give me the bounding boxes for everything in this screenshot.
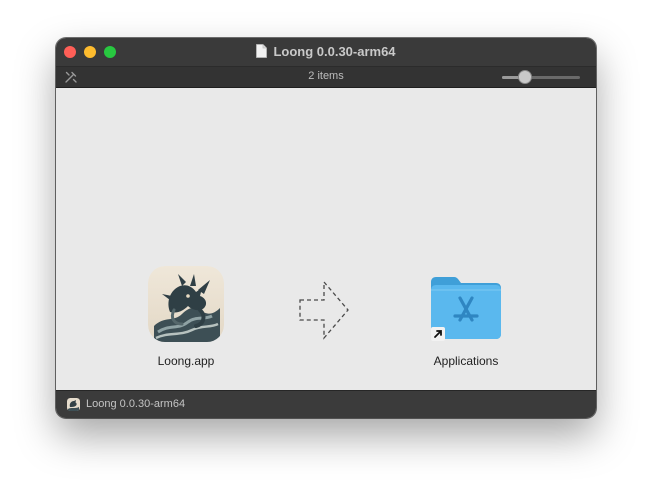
title-bar[interactable]: Loong 0.0.30-arm64 <box>56 38 596 67</box>
finder-window: Loong 0.0.30-arm64 2 items Loong.app App… <box>56 38 596 418</box>
app-label: Loong.app <box>157 354 215 368</box>
window-title-group: Loong 0.0.30-arm64 <box>56 44 596 60</box>
app-item[interactable]: Loong.app <box>130 266 242 368</box>
path-label[interactable]: Loong 0.0.30-arm64 <box>86 398 185 410</box>
icon-size-slider-knob[interactable] <box>518 70 532 84</box>
path-bar: Loong 0.0.30-arm64 <box>56 390 596 418</box>
info-bar: 2 items <box>56 67 596 88</box>
volume-icon[interactable] <box>67 398 80 411</box>
window-title: Loong 0.0.30-arm64 <box>273 44 396 59</box>
dragon-app-icon[interactable] <box>148 266 224 342</box>
applications-label: Applications <box>433 354 499 368</box>
document-icon <box>256 44 268 58</box>
window-content: Loong.app Applications <box>56 88 596 390</box>
applications-item[interactable]: Applications <box>410 274 522 368</box>
applications-folder-alias-icon[interactable] <box>428 274 504 342</box>
drag-arrow-icon <box>299 280 349 340</box>
